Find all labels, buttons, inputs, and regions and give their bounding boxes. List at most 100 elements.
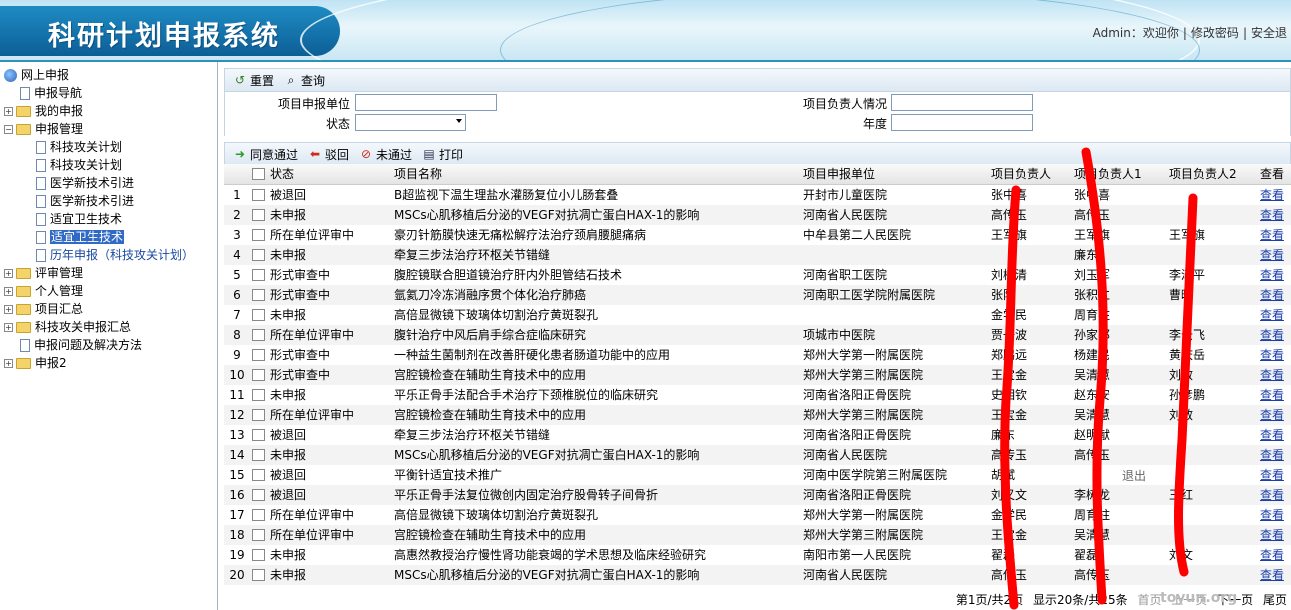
expand-icon[interactable]: + xyxy=(4,323,13,332)
table-row[interactable]: 4 未申报 牵复三步法治疗环枢关节错缝 廉东 查看 xyxy=(224,245,1291,265)
row-checkbox[interactable] xyxy=(252,289,265,301)
row-checkbox[interactable] xyxy=(252,429,265,441)
tree-item[interactable]: 医学新技术引进 xyxy=(4,174,217,192)
expand-icon[interactable]: + xyxy=(4,305,13,314)
row-checkbox[interactable] xyxy=(252,509,265,521)
view-link[interactable]: 查看 xyxy=(1260,265,1290,285)
row-checkbox[interactable] xyxy=(252,209,265,221)
view-link[interactable]: 查看 xyxy=(1260,345,1290,365)
first-page-link[interactable]: 首页 xyxy=(1137,593,1161,607)
row-checkbox[interactable] xyxy=(252,469,265,481)
tree-root[interactable]: 网上申报 xyxy=(4,66,217,84)
table-row[interactable]: 17 所在单位评审中 高倍显微镜下玻璃体切割治疗黄斑裂孔 郑州大学第一附属医院 金学民 周… xyxy=(224,505,1291,525)
tree-item[interactable]: + 评审管理 xyxy=(4,264,217,282)
col-name[interactable]: 项目名称 xyxy=(394,164,799,185)
expand-icon[interactable]: + xyxy=(4,269,13,278)
print-button[interactable]: ▤ 打印 xyxy=(422,146,463,163)
collapse-icon[interactable]: − xyxy=(4,125,13,134)
status-select[interactable] xyxy=(355,114,466,131)
view-link[interactable]: 查看 xyxy=(1260,205,1290,225)
view-link[interactable]: 查看 xyxy=(1260,305,1290,325)
tree-item[interactable]: 历年申报（科技攻关计划） xyxy=(4,246,217,264)
table-row[interactable]: 7 未申报 高倍显微镜下玻璃体切割治疗黄斑裂孔 金学民 周育柱 查看 xyxy=(224,305,1291,325)
tree-item[interactable]: + 我的申报 xyxy=(4,102,217,120)
row-checkbox[interactable] xyxy=(252,489,265,501)
row-checkbox[interactable] xyxy=(252,549,265,561)
table-row[interactable]: 8 所在单位评审中 腹针治疗中风后肩手综合症临床研究 项城市中医院 贾一波 孙家邦 李云飞 查… xyxy=(224,325,1291,345)
table-row[interactable]: 13 被退回 牵复三步法治疗环枢关节错缝 河南省洛阳正骨医院 廉东 赵明献 查看 xyxy=(224,425,1291,445)
fail-button[interactable]: ⊘ 未通过 xyxy=(359,146,412,163)
logout-link[interactable]: 安全退 xyxy=(1247,26,1291,40)
view-link[interactable]: 查看 xyxy=(1260,285,1290,305)
table-row[interactable]: 6 形式审查中 氩氦刀冷冻消融序贯个体化治疗肺癌 河南职工医学院附属医院 张阳 张积仁 曹晖… xyxy=(224,285,1291,305)
view-link[interactable]: 查看 xyxy=(1260,465,1290,485)
view-link[interactable]: 查看 xyxy=(1260,385,1290,405)
table-row[interactable]: 5 形式审查中 腹腔镜联合胆道镜治疗肝内外胆管结石技术 河南省职工医院 刘树清 刘玉军 李泽… xyxy=(224,265,1291,285)
row-checkbox[interactable] xyxy=(252,229,265,241)
year-input[interactable] xyxy=(891,114,1033,131)
table-row[interactable]: 2 未申报 MSCs心肌移植后分泌的VEGF对抗凋亡蛋白HAX-1的影响 河南省人民医… xyxy=(224,205,1291,225)
approve-button[interactable]: ➜ 同意通过 xyxy=(233,146,298,163)
table-row[interactable]: 9 形式审查中 一种益生菌制剂在改善肝硬化患者肠道功能中的应用 郑州大学第一附属医院 郑… xyxy=(224,345,1291,365)
row-checkbox[interactable] xyxy=(252,569,265,581)
row-checkbox[interactable] xyxy=(252,369,265,381)
table-row[interactable]: 14 未申报 MSCs心肌移植后分泌的VEGF对抗凋亡蛋白HAX-1的影响 河南省人民… xyxy=(224,445,1291,465)
table-row[interactable]: 19 未申报 高惠然教授治疗慢性肾功能衰竭的学术思想及临床经验研究 南阳市第一人民医院… xyxy=(224,545,1291,565)
view-link[interactable]: 查看 xyxy=(1260,225,1290,245)
expand-icon[interactable]: + xyxy=(4,107,13,116)
col-leader-1[interactable]: 项目负责人1 xyxy=(1074,164,1164,185)
tree-item[interactable]: 适宜卫生技术 xyxy=(4,228,217,246)
table-row[interactable]: 11 未申报 平乐正骨手法配合手术治疗下颈椎脱位的临床研究 河南省洛阳正骨医院 史相钦 赵… xyxy=(224,385,1291,405)
row-checkbox[interactable] xyxy=(252,389,265,401)
col-status[interactable]: 状态 xyxy=(270,164,390,185)
query-button[interactable]: ⌕ 查询 xyxy=(284,72,325,89)
row-checkbox[interactable] xyxy=(252,349,265,361)
row-checkbox[interactable] xyxy=(252,329,265,341)
tree-item[interactable]: + 项目汇总 xyxy=(4,300,217,318)
last-page-link[interactable]: 尾页 xyxy=(1263,593,1287,607)
expand-icon[interactable]: + xyxy=(4,359,13,368)
tree-item[interactable]: 申报问题及解决方法 xyxy=(4,336,217,354)
view-link[interactable]: 查看 xyxy=(1260,525,1290,545)
view-link[interactable]: 查看 xyxy=(1260,425,1290,445)
view-link[interactable]: 查看 xyxy=(1260,325,1290,345)
col-unit[interactable]: 项目申报单位 xyxy=(803,164,988,185)
unit-input[interactable] xyxy=(355,94,497,111)
row-checkbox[interactable] xyxy=(252,309,265,321)
table-row[interactable]: 12 所在单位评审中 宫腔镜检查在辅助生育技术中的应用 郑州大学第三附属医院 王宝金 吴清… xyxy=(224,405,1291,425)
table-row[interactable]: 10 形式审查中 宫腔镜检查在辅助生育技术中的应用 郑州大学第三附属医院 王宝金 吴清慧 刘… xyxy=(224,365,1291,385)
row-checkbox[interactable] xyxy=(252,249,265,261)
leader-input[interactable] xyxy=(891,94,1033,111)
view-link[interactable]: 查看 xyxy=(1260,245,1290,265)
table-row[interactable]: 3 所在单位评审中 豪刃针筋膜快速无痛松解疗法治疗颈肩腰腿痛病 中牟县第二人民医院 王军… xyxy=(224,225,1291,245)
row-checkbox[interactable] xyxy=(252,409,265,421)
tree-item[interactable]: 医学新技术引进 xyxy=(4,192,217,210)
view-link[interactable]: 查看 xyxy=(1260,445,1290,465)
view-link[interactable]: 查看 xyxy=(1260,185,1290,205)
view-link[interactable]: 查看 xyxy=(1260,505,1290,525)
expand-icon[interactable]: + xyxy=(4,287,13,296)
tree-item[interactable]: 科技攻关计划 xyxy=(4,156,217,174)
reject-button[interactable]: ⬅ 驳回 xyxy=(308,146,349,163)
view-link[interactable]: 查看 xyxy=(1260,365,1290,385)
table-row[interactable]: 20 未申报 MSCs心肌移植后分泌的VEGF对抗凋亡蛋白HAX-1的影响 河南省人民… xyxy=(224,565,1291,585)
tree-item[interactable]: 适宜卫生技术 xyxy=(4,210,217,228)
row-checkbox[interactable] xyxy=(252,269,265,281)
select-all-checkbox[interactable] xyxy=(252,168,265,180)
tree-item[interactable]: 科技攻关计划 xyxy=(4,138,217,156)
col-leader[interactable]: 项目负责人 xyxy=(991,164,1071,185)
reset-button[interactable]: ↺ 重置 xyxy=(233,72,274,89)
view-link[interactable]: 查看 xyxy=(1260,485,1290,505)
table-row[interactable]: 16 被退回 平乐正骨手法复位微创内固定治疗股骨转子间骨折 河南省洛阳正骨医院 刘又文 李… xyxy=(224,485,1291,505)
tree-item[interactable]: + 个人管理 xyxy=(4,282,217,300)
view-link[interactable]: 查看 xyxy=(1260,405,1290,425)
row-checkbox[interactable] xyxy=(252,529,265,541)
table-row[interactable]: 1 被退回 B超监视下温生理盐水灌肠复位小儿肠套叠 开封市儿童医院 张中喜 张中喜 查看 xyxy=(224,185,1291,205)
tree-item[interactable]: + 申报2 xyxy=(4,354,217,372)
col-leader-2[interactable]: 项目负责人2 xyxy=(1169,164,1259,185)
tree-item[interactable]: 申报导航 xyxy=(4,84,217,102)
row-checkbox[interactable] xyxy=(252,449,265,461)
tree-item[interactable]: + 科技攻关申报汇总 xyxy=(4,318,217,336)
table-row[interactable]: 18 所在单位评审中 宫腔镜检查在辅助生育技术中的应用 郑州大学第三附属医院 王宝金 吴清… xyxy=(224,525,1291,545)
row-checkbox[interactable] xyxy=(252,189,265,201)
